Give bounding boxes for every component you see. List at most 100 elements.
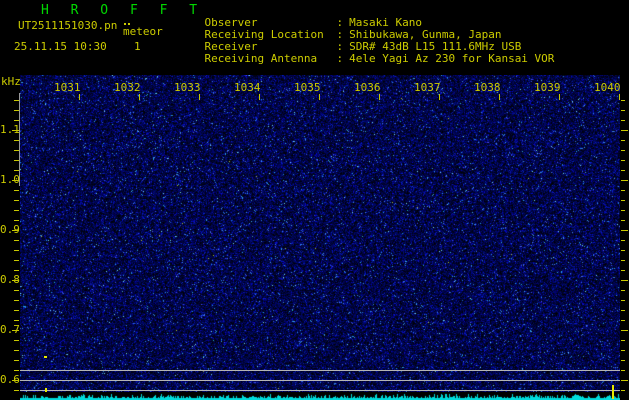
colon: : xyxy=(336,52,344,65)
y-axis-tick xyxy=(14,110,19,111)
x-axis-label: 1035 xyxy=(294,81,321,94)
y-axis-tick xyxy=(14,220,19,221)
y-axis-tick-right xyxy=(621,230,628,231)
y-axis-tick xyxy=(14,340,19,341)
datetime-label: 25.11.15 10:30 xyxy=(14,40,107,53)
x-axis-label: 1034 xyxy=(234,81,261,94)
y-axis-tick-right xyxy=(621,220,625,221)
x-axis-tick xyxy=(559,94,560,100)
spectrogram-canvas xyxy=(20,75,620,392)
y-axis-tick xyxy=(14,240,19,241)
info-row-observer: Observer: Masaki Kano xyxy=(178,5,422,29)
y-axis-tick xyxy=(14,120,19,121)
y-axis-tick-right xyxy=(621,150,625,151)
x-axis-tick xyxy=(499,94,500,100)
y-axis-tick-right xyxy=(621,360,625,361)
y-axis-tick xyxy=(14,310,19,311)
y-axis-tick-right xyxy=(621,210,625,211)
y-axis-tick-right xyxy=(621,180,628,181)
y-axis-tick xyxy=(14,210,19,211)
info-row-receiver: Receiver: SDR# 43dB L15 111.6MHz USB xyxy=(178,29,522,53)
echo-dot xyxy=(44,356,47,358)
info-value: 4ele Yagi Az 230 for Kansai VOR xyxy=(349,52,555,65)
y-axis-tick-right xyxy=(621,240,625,241)
y-axis-tick xyxy=(14,100,19,101)
y-axis-tick-right xyxy=(621,310,625,311)
x-axis-tick xyxy=(199,94,200,100)
y-axis-tick xyxy=(14,390,19,391)
y-axis-tick xyxy=(14,140,19,141)
y-axis-tick xyxy=(14,190,19,191)
signal-level-strip xyxy=(20,392,620,400)
count-bar xyxy=(612,385,614,399)
y-axis-tick-right xyxy=(621,160,625,161)
y-axis-line-segment xyxy=(19,93,20,186)
x-axis-label: 1039 xyxy=(534,81,561,94)
x-axis-tick xyxy=(319,94,320,100)
y-axis-tick-right xyxy=(621,380,628,381)
y-axis-tick xyxy=(14,270,19,271)
x-axis-label: 1033 xyxy=(174,81,201,94)
y-axis-tick-right xyxy=(621,270,625,271)
reference-line xyxy=(20,390,620,391)
y-axis-tick xyxy=(14,290,19,291)
file-name-label: UT2511151030.pn xyxy=(18,19,118,32)
count-bar xyxy=(45,388,47,392)
y-axis-unit-label: kHz xyxy=(1,75,21,88)
x-axis-label: 1032 xyxy=(114,81,141,94)
y-axis-tick xyxy=(12,330,19,331)
y-axis-tick-right xyxy=(621,170,625,171)
x-axis-tick xyxy=(139,94,140,100)
y-axis-tick xyxy=(12,280,19,281)
y-axis-tick-right xyxy=(621,290,625,291)
y-axis-tick xyxy=(14,150,19,151)
y-axis-tick-right xyxy=(621,320,625,321)
y-axis-tick-right xyxy=(621,260,625,261)
x-axis-tick xyxy=(259,94,260,100)
y-axis-tick xyxy=(14,300,19,301)
y-axis-tick xyxy=(14,370,19,371)
y-axis-tick-right xyxy=(621,200,625,201)
y-axis-tick xyxy=(12,230,19,231)
y-axis-tick xyxy=(14,250,19,251)
y-axis-tick-right xyxy=(621,350,625,351)
y-axis-tick xyxy=(14,350,19,351)
y-axis-tick xyxy=(12,180,19,181)
info-row-location: Receiving Location: Shibukawa, Gunma, Jap… xyxy=(178,17,502,41)
y-axis-tick-right xyxy=(621,100,625,101)
hrofft-window: H R O F F T UT2511151030.pn meteor 25.11… xyxy=(0,0,629,400)
y-axis-tick xyxy=(14,260,19,261)
y-axis-tick xyxy=(14,170,19,171)
y-axis-tick-right xyxy=(621,130,628,131)
x-axis-label: 1037 xyxy=(414,81,441,94)
x-axis-tick xyxy=(379,94,380,100)
y-axis-tick xyxy=(12,130,19,131)
reference-line xyxy=(20,380,620,381)
y-axis-tick-right xyxy=(621,250,625,251)
y-axis-tick xyxy=(14,320,19,321)
x-axis-label: 1036 xyxy=(354,81,381,94)
x-axis-label: 1031 xyxy=(54,81,81,94)
y-axis-tick xyxy=(14,200,19,201)
y-axis-tick-right xyxy=(621,110,625,111)
y-axis-tick-right xyxy=(621,390,625,391)
y-axis-tick-right xyxy=(621,340,625,341)
y-axis-tick-right xyxy=(621,370,625,371)
x-axis-label: 1038 xyxy=(474,81,501,94)
y-axis-tick-right xyxy=(621,120,625,121)
y-axis-tick xyxy=(14,160,19,161)
y-axis-tick-right xyxy=(621,140,625,141)
y-axis-tick xyxy=(14,360,19,361)
x-axis-tick xyxy=(439,94,440,100)
x-axis-tick xyxy=(619,94,620,100)
info-row-antenna: Receiving Antenna:4ele Yagi Az 230 for K… xyxy=(178,41,555,65)
y-axis-tick-right xyxy=(621,330,628,331)
x-axis-label: 1040 xyxy=(594,81,621,94)
y-axis-tick-right xyxy=(621,280,628,281)
x-axis-tick xyxy=(79,94,80,100)
y-axis-tick-right xyxy=(621,300,625,301)
y-axis-tick xyxy=(12,380,19,381)
page-number: 1 xyxy=(134,40,141,53)
info-label: Receiving Antenna xyxy=(204,52,318,65)
reference-line xyxy=(20,370,620,371)
